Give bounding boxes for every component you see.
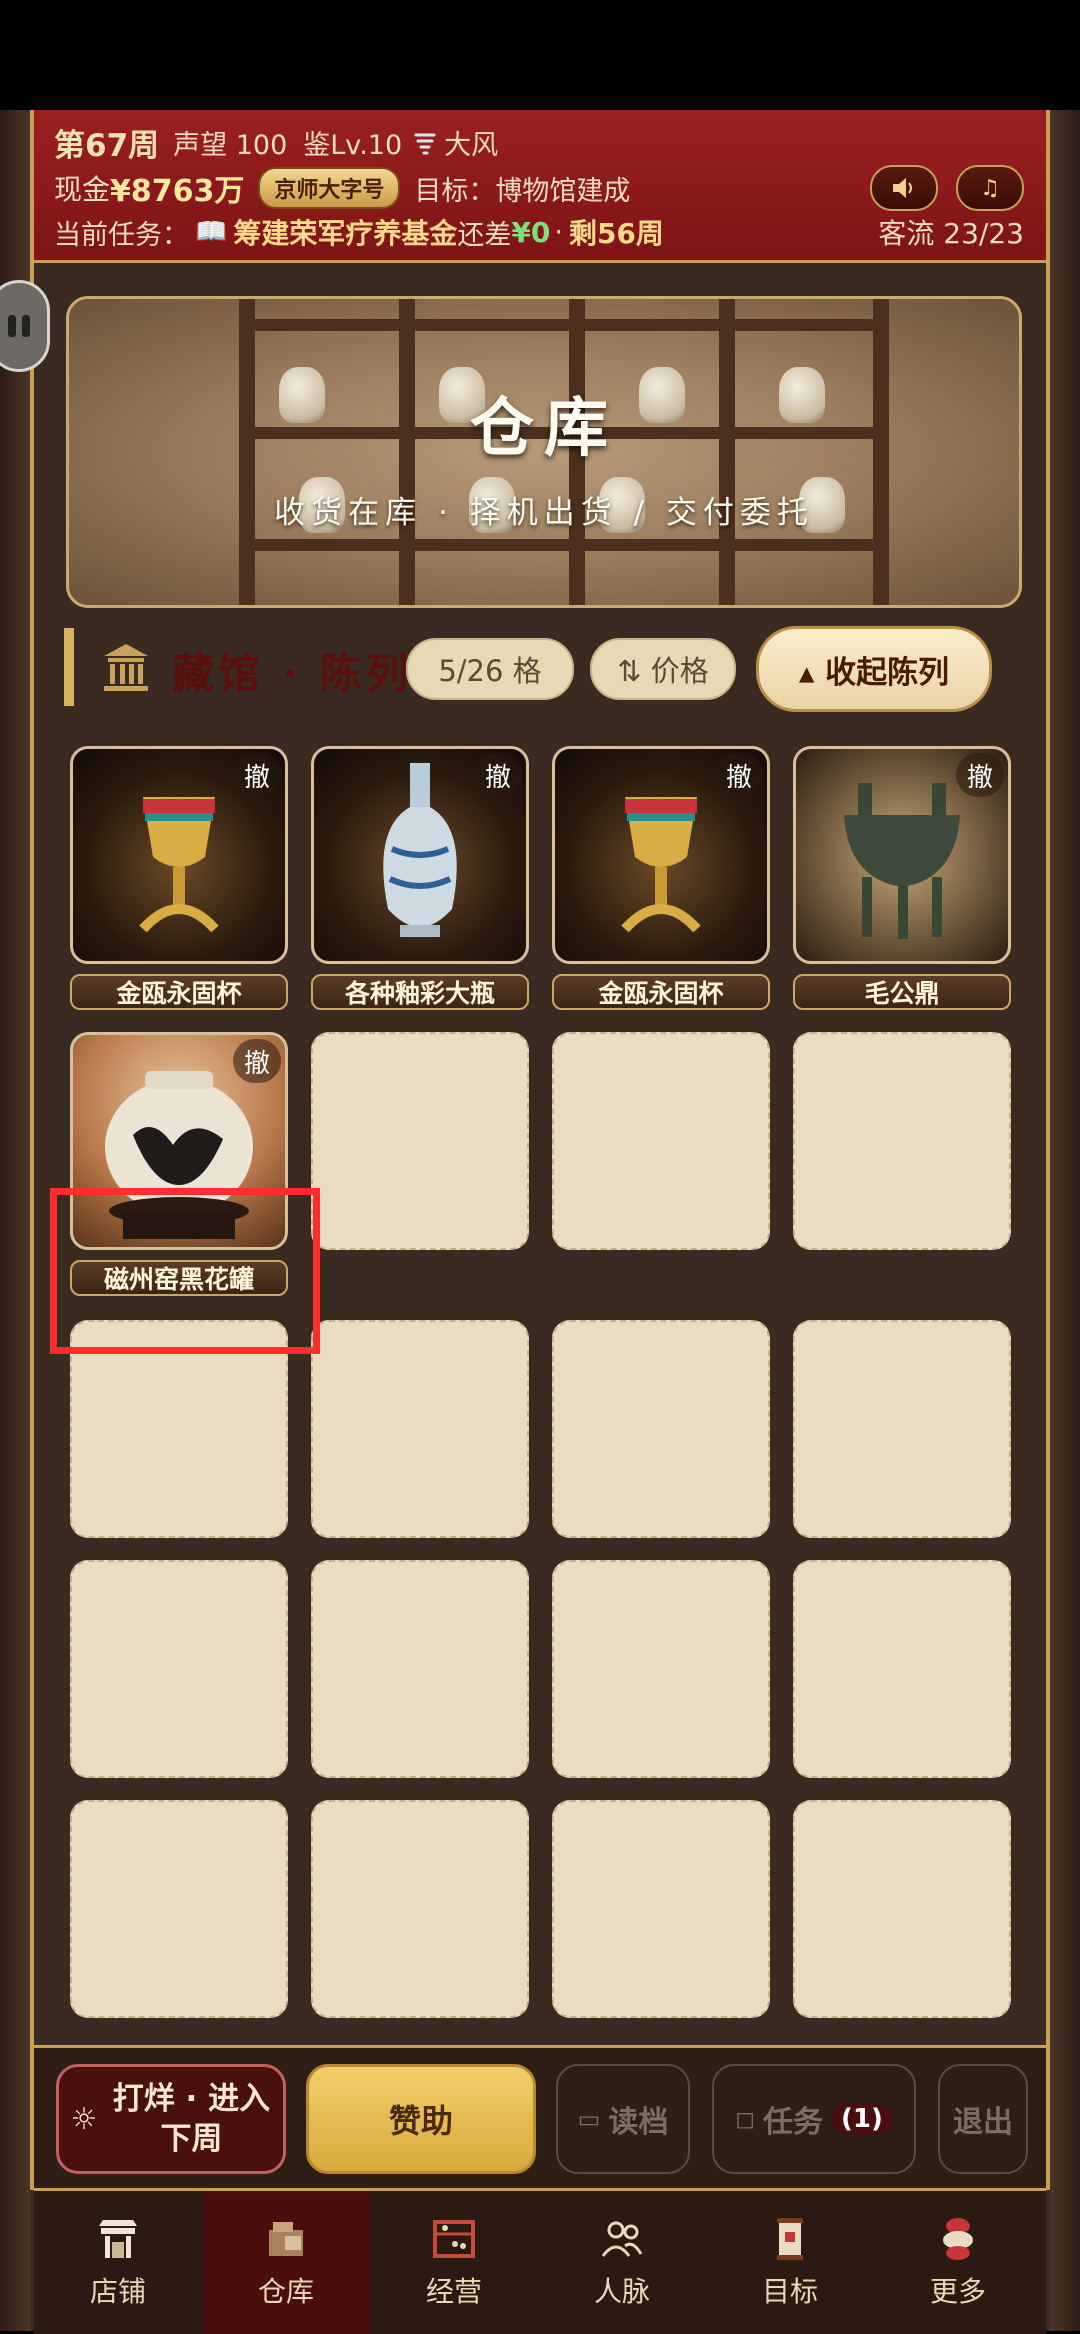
- sun-icon: ☼: [70, 2101, 98, 2137]
- page-title: 仓库: [470, 391, 618, 466]
- customer-traffic: 客流 23/23: [878, 217, 1024, 250]
- item-label: 金瓯永固杯: [70, 974, 288, 1010]
- empty-slot[interactable]: [793, 1320, 1011, 1538]
- floating-side-handle[interactable]: [0, 280, 50, 372]
- item-label: 金瓯永固杯: [552, 974, 770, 1010]
- nav-label: 店铺: [89, 2274, 146, 2308]
- frame-left: [0, 110, 30, 2331]
- museum-icon: [104, 644, 148, 691]
- abacus-icon: [433, 2219, 475, 2258]
- tasks-button[interactable]: ◻ 任务 (1): [712, 2064, 916, 2174]
- section-accent-bar: [64, 628, 74, 706]
- nav-warehouse[interactable]: 仓库: [202, 2191, 370, 2334]
- nav-label: 更多: [929, 2274, 986, 2308]
- remove-button[interactable]: 撤: [715, 753, 763, 797]
- frame-trim-left: [30, 110, 34, 2190]
- empty-slot[interactable]: [552, 1800, 770, 2018]
- empty-slot[interactable]: [311, 1320, 529, 1538]
- nav-shop[interactable]: 店铺: [34, 2191, 202, 2334]
- remove-button[interactable]: 撤: [233, 753, 281, 797]
- empty-slot[interactable]: [70, 1800, 288, 2018]
- slot-count-chip: 5/26 格: [406, 638, 574, 700]
- frame-trim-right: [1046, 110, 1050, 2190]
- nav-label: 目标: [761, 2274, 818, 2308]
- reputation: 声望 100: [173, 130, 288, 161]
- task-gap-label: 还差: [457, 219, 512, 251]
- music-icon: ♫: [980, 175, 1000, 201]
- action-bar: ☼ 打烊 · 进入下周 赞助 ▭ 读档 ◻ 任务 (1) 退出: [34, 2045, 1046, 2188]
- weeks-remaining: 剩56周: [568, 217, 664, 250]
- empty-slot[interactable]: [552, 1032, 770, 1250]
- cash-value: ¥8763万: [110, 174, 245, 209]
- people-icon: [601, 2221, 643, 2257]
- nav-label: 仓库: [257, 2274, 314, 2308]
- task-name[interactable]: 筹建荣军疗养基金: [233, 212, 457, 252]
- scroll-icon: [777, 2217, 803, 2260]
- folder-icon: ▭: [577, 2105, 601, 2133]
- remove-button[interactable]: 撤: [474, 753, 522, 797]
- empty-slot[interactable]: [793, 1032, 1011, 1250]
- display-slot[interactable]: 撤: [70, 746, 288, 964]
- page-subtitle: 收货在库 · 择机出货 / 交付委托: [274, 495, 814, 531]
- music-toggle-button[interactable]: ♫: [956, 165, 1024, 211]
- tasks-label: 任务: [763, 2105, 824, 2140]
- bottom-nav: 店铺 仓库 经营 人脉 目标 更多: [34, 2188, 1046, 2334]
- empty-slot[interactable]: [70, 1560, 288, 1778]
- cash-label: 现金: [54, 173, 111, 206]
- weather: 大风: [444, 130, 499, 161]
- warehouse-banner: 仓库 收货在库 · 择机出货 / 交付委托: [66, 296, 1022, 608]
- end-week-button[interactable]: ☼ 打烊 · 进入下周: [56, 2064, 286, 2174]
- wind-icon: [414, 133, 436, 154]
- tasks-count-badge: (1): [831, 2104, 893, 2134]
- top-status-panel: 第67周 声望 100 鉴Lv.10 大风 现金 ¥8763万 京师大字号 目标…: [34, 110, 1046, 263]
- empty-slot[interactable]: [552, 1560, 770, 1778]
- more-icon: [943, 2217, 973, 2260]
- load-save-button[interactable]: ▭ 读档: [556, 2064, 690, 2174]
- item-label: 毛公鼎: [793, 974, 1011, 1010]
- sort-by-price-button[interactable]: ⇅ 价格: [590, 638, 736, 700]
- book-icon: 📖: [195, 217, 228, 247]
- sound-toggle-button[interactable]: [870, 165, 938, 211]
- collapse-display-button[interactable]: ▴ 收起陈列: [756, 626, 992, 712]
- nav-label: 经营: [425, 2274, 482, 2308]
- section-title: 藏馆 · 陈列: [172, 649, 412, 698]
- frame-right: [1050, 110, 1080, 2331]
- nav-goals[interactable]: 目标: [706, 2191, 874, 2334]
- nav-business[interactable]: 经营: [370, 2191, 538, 2334]
- end-week-label: 打烊 · 进入下周: [112, 2081, 271, 2157]
- load-save-label: 读档: [608, 2105, 669, 2140]
- task-icon: ◻: [735, 2105, 756, 2133]
- remove-button[interactable]: 撤: [956, 753, 1004, 797]
- exit-button[interactable]: 退出: [938, 2064, 1028, 2174]
- nav-label: 人脉: [593, 2274, 650, 2308]
- shop-icon: [99, 2219, 137, 2258]
- status-bar: [0, 0, 1080, 110]
- remove-button[interactable]: 撤: [233, 1039, 281, 1083]
- sponsor-button[interactable]: 赞助: [306, 2064, 536, 2174]
- task-separator: ·: [554, 216, 563, 248]
- empty-slot[interactable]: [311, 1800, 529, 2018]
- display-slot[interactable]: 撤: [311, 746, 529, 964]
- empty-slot[interactable]: [311, 1560, 529, 1778]
- task-gap-value: ¥0: [511, 215, 551, 249]
- nav-contacts[interactable]: 人脉: [538, 2191, 706, 2334]
- display-slot[interactable]: 撤: [552, 746, 770, 964]
- task-label: 当前任务：: [54, 219, 189, 251]
- speaker-icon: [893, 178, 912, 198]
- empty-slot[interactable]: [552, 1320, 770, 1538]
- nav-more[interactable]: 更多: [874, 2191, 1042, 2334]
- empty-slot[interactable]: [793, 1560, 1011, 1778]
- empty-slot[interactable]: [311, 1032, 529, 1250]
- appraisal-level: 鉴Lv.10: [303, 130, 403, 161]
- goal-text: 目标：博物馆建成: [414, 175, 631, 207]
- display-slot[interactable]: 撤: [793, 746, 1011, 964]
- week-counter: 第67周: [54, 128, 160, 164]
- warehouse-icon: [269, 2221, 303, 2256]
- empty-slot[interactable]: [793, 1800, 1011, 2018]
- shop-rank-badge: 京师大字号: [258, 167, 401, 209]
- item-label: 各种釉彩大瓶: [311, 974, 529, 1010]
- highlight-box: [50, 1188, 320, 1354]
